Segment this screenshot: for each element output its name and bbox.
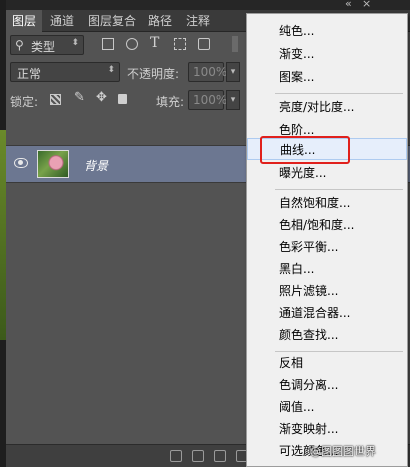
filter-smart-object-icon[interactable] <box>198 38 210 50</box>
tab-layer-comps[interactable]: 图层复合 <box>82 10 142 32</box>
menu-item-invert[interactable]: 反相 <box>247 352 407 374</box>
menu-item-curves[interactable]: 曲线... <box>247 138 407 160</box>
menu-item-solid-color[interactable]: 纯色... <box>247 20 407 42</box>
menu-item-photo-filter[interactable]: 照片滤镜... <box>247 280 407 302</box>
search-icon: ⚲ <box>15 38 24 52</box>
eye-icon[interactable] <box>14 158 28 168</box>
menu-item-hue-saturation[interactable]: 色相/饱和度... <box>247 214 407 236</box>
menu-item-gradient-map[interactable]: 渐变映射... <box>247 418 407 440</box>
watermark-text: @图图图世界 <box>310 445 376 458</box>
menu-item-black-white[interactable]: 黑白... <box>247 258 407 280</box>
filter-kind-select[interactable]: ⚲ 类型 ⬍ <box>10 35 84 55</box>
fill-value: 100% <box>193 93 228 107</box>
filter-shape-icon[interactable] <box>174 38 186 50</box>
tab-paths[interactable]: 路径 <box>142 10 178 32</box>
collapse-icon[interactable]: « <box>345 0 352 10</box>
fill-dropdown-button[interactable]: ▾ <box>226 90 240 110</box>
layer-style-icon[interactable] <box>192 450 204 462</box>
tab-layers[interactable]: 图层 <box>6 10 43 32</box>
fill-input[interactable]: 100% <box>188 90 228 110</box>
chevron-updown-icon: ⬍ <box>107 65 115 75</box>
menu-item-threshold[interactable]: 阈值... <box>247 396 407 418</box>
chevron-updown-icon: ⬍ <box>71 38 79 48</box>
link-layers-icon[interactable] <box>170 450 182 462</box>
filter-adjustment-icon[interactable] <box>126 38 138 50</box>
lock-brush-icon[interactable]: ✎ <box>74 90 85 105</box>
tab-notes[interactable]: 注释 <box>180 10 216 32</box>
menu-separator <box>275 189 403 190</box>
layer-name: 背景 <box>84 159 109 173</box>
filter-pixel-icon[interactable] <box>102 38 114 50</box>
photoshop-layers-panel-window: « × 图层 通道 图层复合 路径 注释 ⚲ 类型 ⬍ T 正常 ⬍ 不透明度:… <box>0 0 410 467</box>
lock-label: 锁定: <box>10 95 39 109</box>
opacity-label: 不透明度: <box>127 67 180 81</box>
filter-type-icon[interactable]: T <box>150 35 159 51</box>
menu-item-channel-mixer[interactable]: 通道混合器... <box>247 302 407 324</box>
menu-item-color-balance[interactable]: 色彩平衡... <box>247 236 407 258</box>
menu-item-color-lookup[interactable]: 颜色查找... <box>247 324 407 346</box>
layer-thumbnail <box>37 150 69 178</box>
menu-item-pattern[interactable]: 图案... <box>247 66 407 88</box>
filter-kind-label: 类型 <box>31 40 56 54</box>
adjustment-layer-menu: 纯色... 渐变... 图案... 亮度/对比度... 色阶... 曲线... … <box>246 13 408 467</box>
add-mask-icon[interactable] <box>214 450 226 462</box>
lock-all-icon[interactable] <box>118 94 127 104</box>
opacity-dropdown-button[interactable]: ▾ <box>226 62 240 82</box>
menu-item-exposure[interactable]: 曝光度... <box>247 162 407 184</box>
panel-titlebar: « × <box>6 0 410 10</box>
opacity-input[interactable]: 100% <box>188 62 228 82</box>
blend-mode-value: 正常 <box>17 67 42 81</box>
menu-item-brightness-contrast[interactable]: 亮度/对比度... <box>247 96 407 118</box>
lock-transparent-icon[interactable] <box>50 94 61 105</box>
menu-separator <box>275 93 403 94</box>
fill-label: 填充: <box>156 95 185 109</box>
menu-item-gradient[interactable]: 渐变... <box>247 43 407 65</box>
opacity-value: 100% <box>193 65 228 79</box>
tab-channels[interactable]: 通道 <box>44 10 80 32</box>
close-icon[interactable]: × <box>362 0 371 10</box>
lock-move-icon[interactable]: ✥ <box>96 90 107 105</box>
filter-toggle[interactable] <box>232 36 238 52</box>
menu-item-vibrance[interactable]: 自然饱和度... <box>247 192 407 214</box>
blend-mode-select[interactable]: 正常 ⬍ <box>10 62 120 82</box>
menu-item-posterize[interactable]: 色调分离... <box>247 374 407 396</box>
